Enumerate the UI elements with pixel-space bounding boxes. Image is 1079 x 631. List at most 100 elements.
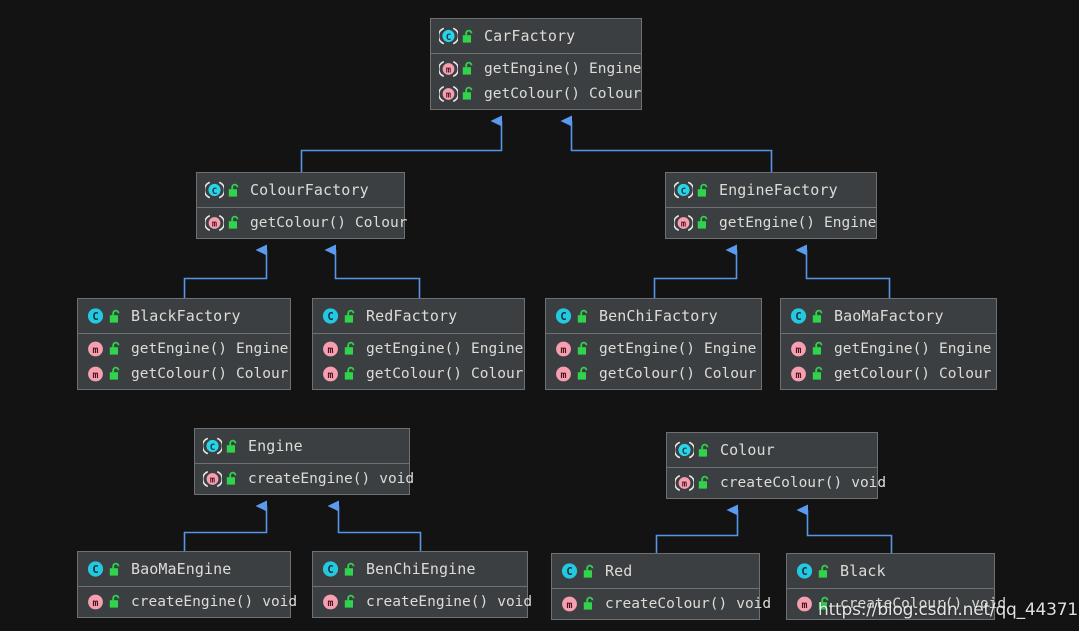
- uml-member-type: Colour: [236, 365, 289, 382]
- svg-text:C: C: [795, 311, 801, 323]
- uml-member-list: m getEngine() Engine m getColour() Colour: [546, 334, 761, 389]
- uml-class-name: BaoMaEngine: [131, 560, 232, 578]
- uml-class-name: Engine: [248, 437, 303, 455]
- uml-class-benchiengine[interactable]: C BenChiEngine m createEngine() void: [312, 551, 532, 618]
- uml-class-header: C BlackFactory: [78, 299, 290, 334]
- svg-text:m: m: [328, 597, 334, 608]
- uml-class-header: C RedFactory: [313, 299, 524, 334]
- uml-class-colourfactory[interactable]: C ColourFactory m getColour() Colour: [196, 172, 407, 239]
- uml-member-row[interactable]: m getEngine() Engine: [666, 210, 876, 235]
- svg-text:m: m: [682, 479, 687, 489]
- uml-member-row[interactable]: m createEngine() void: [313, 589, 532, 614]
- uml-member-row[interactable]: m createColour() void: [667, 470, 886, 495]
- uml-member-type: Engine: [589, 60, 642, 77]
- public-unlocked-padlock-icon: [577, 309, 590, 324]
- public-unlocked-padlock-icon: [577, 366, 590, 381]
- uml-class-baomafactory[interactable]: C BaoMaFactory m getEngine() Engine m getColou…: [780, 298, 997, 390]
- public-unlocked-padlock-icon: [698, 475, 711, 490]
- svg-text:m: m: [446, 90, 451, 100]
- public-unlocked-padlock-icon: [462, 61, 475, 76]
- generalization-link: [795, 244, 891, 298]
- uml-member-name: getColour(): [366, 365, 463, 382]
- svg-text:m: m: [93, 597, 99, 608]
- uml-member-name: getColour(): [599, 365, 696, 382]
- uml-member-type: Engine: [939, 340, 992, 357]
- uml-member-type: Engine: [704, 340, 757, 357]
- uml-class-red[interactable]: C Red m createColour() void: [551, 553, 771, 620]
- svg-text:m: m: [328, 369, 334, 380]
- svg-text:m: m: [93, 369, 99, 380]
- uml-member-row[interactable]: m getColour() Colour: [431, 81, 641, 106]
- uml-member-list: m getEngine() Engine: [666, 208, 876, 238]
- uml-member-name: createColour(): [720, 474, 843, 491]
- uml-member-list: m createColour() void: [552, 589, 771, 619]
- uml-member-type: void: [851, 474, 887, 491]
- uml-member-row[interactable]: m createColour() void: [552, 591, 771, 616]
- public-unlocked-padlock-icon: [228, 183, 241, 198]
- svg-text:m: m: [212, 219, 217, 229]
- public-unlocked-padlock-icon: [812, 309, 825, 324]
- uml-member-list: m createColour() void: [667, 468, 886, 498]
- generalization-link: [796, 504, 893, 553]
- uml-member-name: createEngine(): [248, 470, 371, 487]
- uml-member-row[interactable]: m getEngine() Engine: [546, 336, 761, 361]
- uml-class-benchifactory[interactable]: C BenChiFactory m getEngine() Engine m getColo…: [545, 298, 762, 390]
- uml-member-name: createEngine(): [366, 593, 489, 610]
- uml-class-baomaengine[interactable]: C BaoMaEngine m createEngine() void: [77, 551, 297, 618]
- uml-member-name: getEngine(): [719, 214, 816, 231]
- svg-text:C: C: [92, 311, 98, 323]
- uml-member-row[interactable]: m getEngine() Engine: [313, 336, 524, 361]
- public-unlocked-padlock-icon: [577, 341, 590, 356]
- public-unlocked-padlock-icon: [109, 562, 122, 577]
- uml-class-header: C Black: [787, 554, 994, 589]
- method-icon: m: [86, 364, 105, 383]
- svg-text:m: m: [328, 344, 334, 355]
- method-icon: m: [205, 213, 224, 232]
- uml-class-name: CarFactory: [484, 27, 576, 45]
- method-icon: m: [789, 364, 808, 383]
- uml-member-name: getEngine(): [366, 340, 463, 357]
- generalization-link: [560, 115, 773, 172]
- uml-class-colour[interactable]: C Colour m createColour() void: [666, 432, 886, 499]
- svg-text:m: m: [93, 344, 99, 355]
- method-icon: m: [321, 339, 340, 358]
- uml-member-type: void: [736, 595, 772, 612]
- uml-member-row[interactable]: m createEngine() void: [195, 466, 414, 491]
- uml-member-row[interactable]: m getColour() Colour: [197, 210, 407, 235]
- uml-class-name: BenChiEngine: [366, 560, 476, 578]
- public-unlocked-padlock-icon: [583, 564, 596, 579]
- uml-class-enginefactory[interactable]: C EngineFactory m getEngine() Engine: [665, 172, 877, 239]
- method-icon: m: [321, 592, 340, 611]
- uml-class-name: BaoMaFactory: [834, 307, 944, 325]
- interface-class-icon: C: [203, 437, 222, 456]
- public-unlocked-padlock-icon: [812, 341, 825, 356]
- uml-member-row[interactable]: m getColour() Colour: [546, 361, 761, 386]
- public-unlocked-padlock-icon: [697, 183, 710, 198]
- public-unlocked-padlock-icon: [812, 366, 825, 381]
- uml-member-row[interactable]: m getColour() Colour: [78, 361, 290, 386]
- uml-member-row[interactable]: m getEngine() Engine: [78, 336, 290, 361]
- svg-text:m: m: [561, 369, 567, 380]
- public-unlocked-padlock-icon: [109, 309, 122, 324]
- uml-class-blackfactory[interactable]: C BlackFactory m getEngine() Engine m getColou…: [77, 298, 291, 390]
- uml-member-row[interactable]: m getColour() Colour: [781, 361, 996, 386]
- generalization-link: [183, 500, 268, 551]
- uml-member-row[interactable]: m getEngine() Engine: [431, 56, 641, 81]
- svg-text:C: C: [327, 564, 333, 576]
- svg-text:m: m: [210, 475, 215, 485]
- uml-class-redfactory[interactable]: C RedFactory m getEngine() Engine m getColour(…: [312, 298, 525, 390]
- uml-class-name: Colour: [720, 441, 775, 459]
- uml-member-type: void: [262, 593, 298, 610]
- svg-text:C: C: [801, 566, 807, 578]
- class-icon: C: [560, 562, 579, 581]
- method-icon: m: [439, 59, 458, 78]
- uml-member-row[interactable]: m getEngine() Engine: [781, 336, 996, 361]
- uml-member-row[interactable]: m createEngine() void: [78, 589, 297, 614]
- svg-text:C: C: [681, 187, 686, 197]
- svg-text:m: m: [446, 65, 451, 75]
- uml-class-engine[interactable]: C Engine m createEngine() void: [194, 428, 414, 495]
- uml-class-name: BlackFactory: [131, 307, 241, 325]
- public-unlocked-padlock-icon: [818, 564, 831, 579]
- uml-class-carfactory[interactable]: C CarFactory m getEngine() Engine m getColour(…: [430, 18, 642, 110]
- uml-member-row[interactable]: m getColour() Colour: [313, 361, 524, 386]
